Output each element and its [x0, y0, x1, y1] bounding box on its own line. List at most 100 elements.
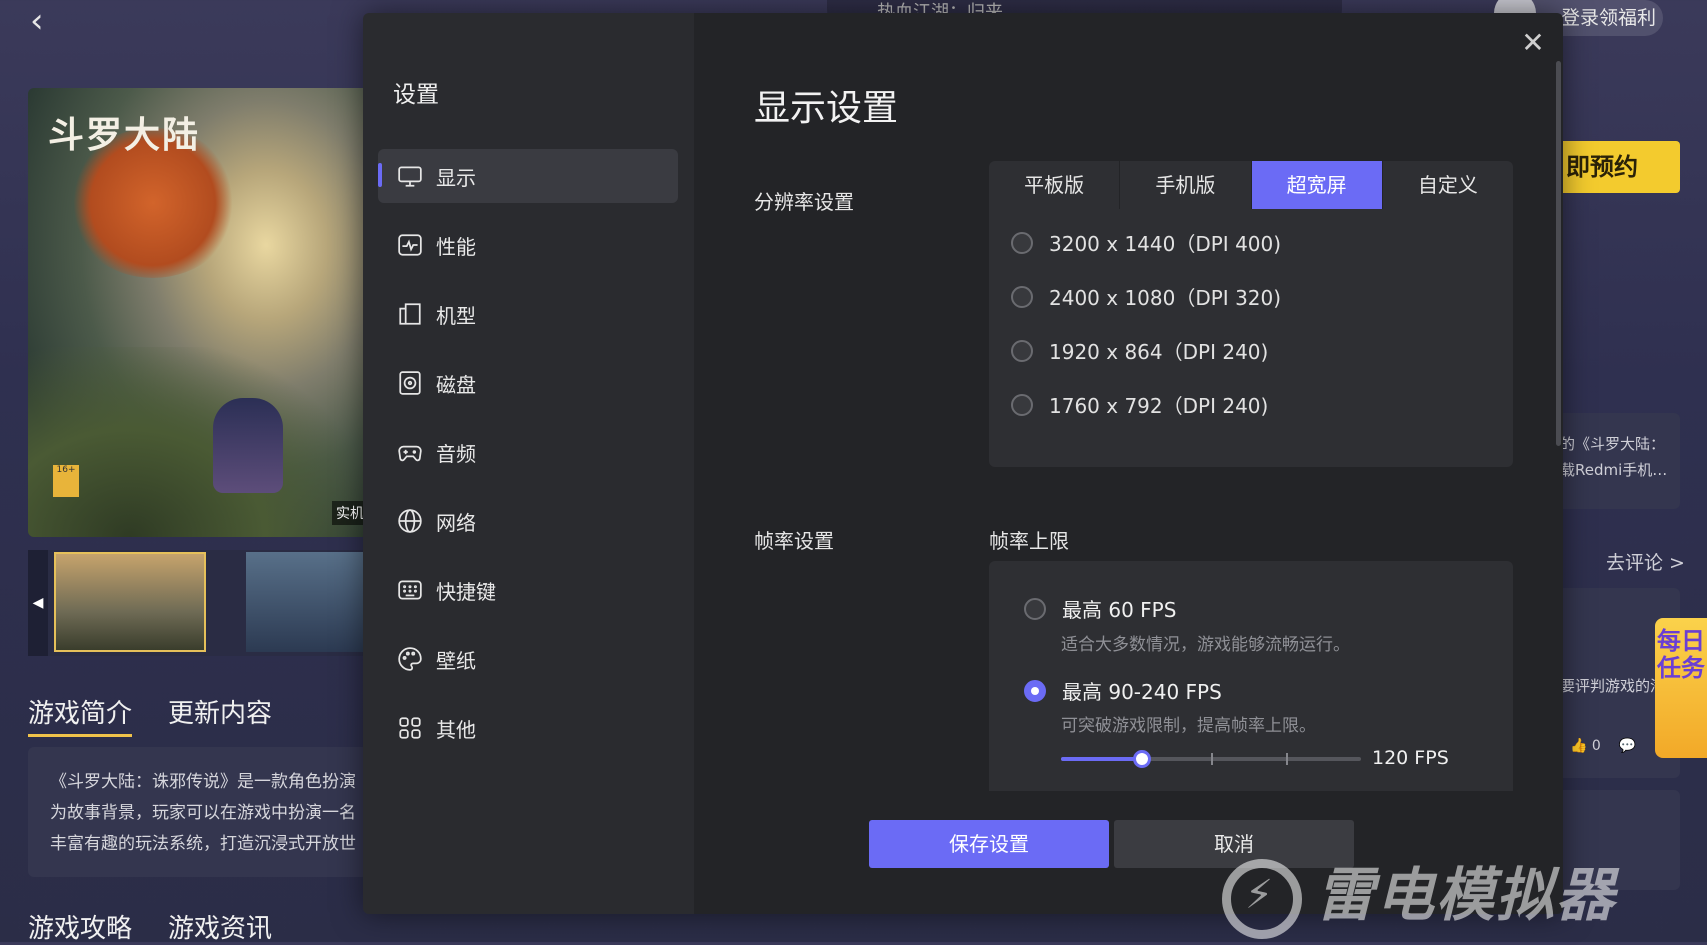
- display-settings-panel: ✕ 显示设置 分辨率设置 平板版 手机版 超宽屏 自定义 3200 x 1440…: [694, 13, 1563, 914]
- resolution-option-label: 3200 x 1440（DPI 400): [1049, 232, 1282, 256]
- sidebar-item-label: 网络: [436, 510, 476, 535]
- tab-phone[interactable]: 手机版: [1120, 161, 1252, 209]
- fps-slider-value: 120 FPS: [1372, 747, 1449, 769]
- sidebar-item-label: 壁纸: [436, 648, 476, 673]
- tab-game-intro[interactable]: 游戏简介: [28, 693, 133, 737]
- radio-button-checked[interactable]: [1024, 679, 1046, 702]
- sidebar-item-label: 性能: [436, 234, 476, 259]
- sidebar-item-performance[interactable]: 性能: [378, 218, 678, 272]
- sidebar-item-label: 快捷键: [436, 579, 496, 604]
- radio-button[interactable]: [1011, 231, 1033, 254]
- fps-slider-handle[interactable]: [1133, 750, 1151, 768]
- thumbnail-1[interactable]: [54, 552, 206, 652]
- comment-stats: 👍 0 💬: [1570, 738, 1636, 754]
- news-card[interactable]: 的《斗罗大陆： 载Redmi手机…: [1560, 413, 1680, 509]
- resolution-option-label: 1760 x 792（DPI 240): [1049, 394, 1269, 418]
- age-rating-badge: 16+: [53, 465, 79, 497]
- fps-slider-fill: [1061, 757, 1142, 761]
- fps-option-desc: 适合大多数情况，游戏能够流畅运行。: [1061, 635, 1350, 655]
- sidebar-item-display[interactable]: 显示: [378, 149, 678, 203]
- sidebar-item-wallpaper[interactable]: 壁纸: [378, 632, 678, 686]
- sidebar-item-device-model[interactable]: 机型: [378, 287, 678, 341]
- radio-button[interactable]: [1024, 597, 1046, 620]
- thumbnail-2[interactable]: [246, 552, 368, 652]
- hero-characters: [213, 398, 283, 493]
- tab-ultrawide[interactable]: 超宽屏: [1251, 161, 1383, 209]
- grid-icon: [396, 714, 424, 742]
- resolution-option-1920[interactable]: 1920 x 864（DPI 240): [1011, 336, 1268, 365]
- fps-option-title: 最高 60 FPS: [1062, 598, 1177, 622]
- palette-icon: [396, 645, 424, 673]
- login-label: 登录领福利: [1561, 7, 1657, 29]
- sidebar-item-label: 其他: [436, 717, 476, 742]
- sidebar-item-label: 音频: [436, 441, 476, 466]
- sidebar-item-audio[interactable]: 音频: [378, 425, 678, 479]
- thumbs-up-icon[interactable]: 👍: [1570, 738, 1587, 754]
- audio-gamepad-icon: [396, 438, 424, 466]
- fps-option-90-240[interactable]: 最高 90-240 FPS: [1024, 676, 1222, 705]
- resolution-option-1760[interactable]: 1760 x 792（DPI 240): [1011, 390, 1268, 419]
- comment-text: 要评判游戏的潜: [1560, 677, 1666, 695]
- sidebar-item-label: 机型: [436, 303, 476, 328]
- fps-option-60[interactable]: 最高 60 FPS: [1024, 594, 1176, 623]
- news-line: 载Redmi手机…: [1560, 461, 1668, 479]
- radio-button[interactable]: [1011, 339, 1033, 362]
- reply-icon[interactable]: 💬: [1619, 738, 1636, 754]
- tab-custom[interactable]: 自定义: [1383, 161, 1513, 209]
- thumbnail-strip: ◀: [28, 550, 368, 656]
- game-hero-image: 斗罗大陆 16+ 实机: [28, 88, 368, 537]
- sidebar-item-other[interactable]: 其他: [378, 701, 678, 755]
- sidebar-item-disk[interactable]: 磁盘: [378, 356, 678, 410]
- sidebar-item-network[interactable]: 网络: [378, 494, 678, 548]
- resolution-option-2400[interactable]: 2400 x 1080（DPI 320): [1011, 282, 1281, 311]
- news-line: 的《斗罗大陆：: [1560, 435, 1666, 453]
- hero-game-logo: 斗罗大陆: [48, 114, 201, 156]
- close-icon[interactable]: ✕: [1513, 23, 1553, 63]
- reserve-button[interactable]: 即预约: [1560, 141, 1680, 193]
- like-count: 0: [1591, 738, 1601, 754]
- daily-task-badge[interactable]: 每日任务: [1655, 618, 1707, 758]
- fps-slider[interactable]: [1061, 750, 1361, 768]
- resolution-options: 3200 x 1440（DPI 400) 2400 x 1080（DPI 320…: [989, 209, 1513, 467]
- tab-game-news[interactable]: 游戏资讯: [168, 908, 272, 945]
- page-title: 显示设置: [754, 88, 899, 129]
- fps-option-desc: 可突破游戏限制，提高帧率上限。: [1061, 716, 1316, 736]
- performance-icon: [396, 231, 424, 259]
- fps-options: 最高 60 FPS 适合大多数情况，游戏能够流畅运行。 最高 90-240 FP…: [989, 561, 1513, 791]
- description-line: 为故事背景，玩家可以在游戏中扮演一名: [50, 803, 356, 823]
- go-comment-link[interactable]: 去评论 >: [1606, 548, 1685, 575]
- description-line: 《斗罗大陆：诛邪传说》是一款角色扮演: [50, 772, 356, 792]
- fps-option-title: 最高 90-240 FPS: [1062, 680, 1222, 704]
- device-model-icon: [396, 300, 424, 328]
- framerate-limit-label: 帧率上限: [989, 529, 1069, 553]
- radio-button[interactable]: [1011, 285, 1033, 308]
- back-arrow-icon[interactable]: ‹: [30, 4, 60, 38]
- settings-sidebar: 设置 显示 性能 机型 磁盘 音频 网络 快捷键 壁纸 其他: [363, 13, 694, 914]
- resolution-label: 分辨率设置: [754, 190, 854, 214]
- keyboard-icon: [396, 576, 424, 604]
- disk-icon: [396, 369, 424, 397]
- fps-slider-tick: [1286, 753, 1288, 765]
- sidebar-item-label: 磁盘: [436, 372, 476, 397]
- save-button[interactable]: 保存设置: [869, 820, 1109, 868]
- tab-update-content[interactable]: 更新内容: [168, 693, 272, 730]
- globe-icon: [396, 507, 424, 535]
- resolution-option-label: 1920 x 864（DPI 240): [1049, 340, 1269, 364]
- resolution-tabs: 平板版 手机版 超宽屏 自定义: [989, 161, 1513, 209]
- age-rating-text: 16+: [56, 465, 76, 475]
- tab-game-guide[interactable]: 游戏攻略: [28, 908, 132, 945]
- tab-tablet[interactable]: 平板版: [989, 161, 1121, 209]
- card-placeholder: [1560, 790, 1680, 890]
- scrollbar[interactable]: [1556, 61, 1561, 446]
- thumbnail-prev-arrow-icon[interactable]: ◀: [28, 550, 48, 656]
- resolution-option-3200[interactable]: 3200 x 1440（DPI 400): [1011, 228, 1281, 257]
- radio-button[interactable]: [1011, 393, 1033, 416]
- fps-slider-tick: [1211, 753, 1213, 765]
- framerate-label: 帧率设置: [754, 529, 834, 553]
- settings-dialog: 设置 显示 性能 机型 磁盘 音频 网络 快捷键 壁纸 其他 ✕ 显示设置 分辨…: [363, 13, 1563, 914]
- sidebar-item-label: 显示: [436, 165, 476, 190]
- description-line: 丰富有趣的玩法系统，打造沉浸式开放世: [50, 834, 356, 854]
- cancel-button[interactable]: 取消: [1114, 820, 1354, 868]
- sidebar-item-shortcuts[interactable]: 快捷键: [378, 563, 678, 617]
- hero-cliff: [28, 347, 368, 537]
